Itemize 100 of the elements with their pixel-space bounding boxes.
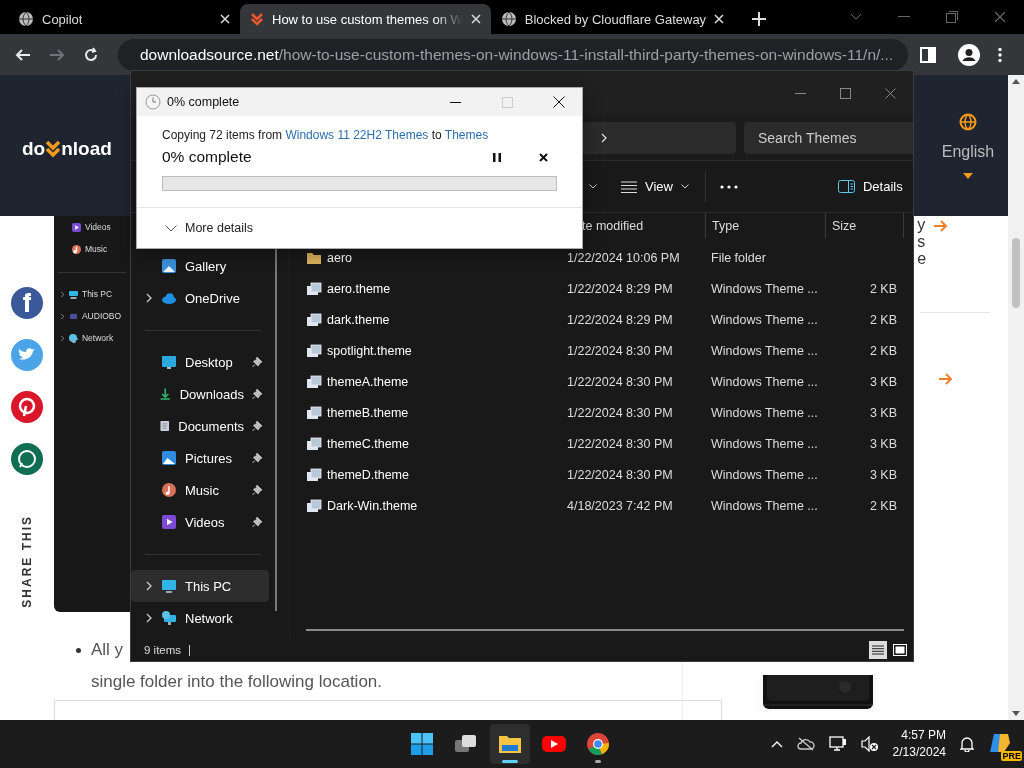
chevron-icon [59, 334, 65, 342]
bullet-icon [75, 647, 81, 653]
scroll-up-icon [1012, 79, 1020, 84]
scrollbar-thumb[interactable] [1012, 237, 1020, 308]
column-header[interactable]: Size [825, 213, 904, 238]
file-name[interactable]: themeB.theme [327, 405, 409, 420]
facebook-share-button[interactable] [10, 287, 43, 319]
menu-icon [998, 46, 1002, 63]
cloud-off-icon [796, 737, 815, 751]
details-pane-button[interactable]: Details [831, 175, 909, 198]
arrow-icon [934, 220, 949, 232]
file-name[interactable]: themeA.theme [327, 374, 409, 389]
file-name[interactable]: spotlight.theme [327, 343, 412, 358]
url-text: downloadsource.net/how-to-use-custom-themes-on-windows-11-install-third-party-themes-on-windows-11/n/... [140, 45, 894, 64]
table-cell-text: Windows Theme ... [710, 312, 819, 327]
language-selector[interactable]: English [941, 142, 995, 161]
source-folder-link[interactable]: Windows 11 22H2 Themes [285, 128, 429, 142]
horizontal-scrollbar[interactable] [306, 629, 904, 631]
copilot-icon [988, 731, 1012, 755]
plus-icon [752, 11, 767, 26]
restore-icon [946, 11, 958, 23]
video-icon [70, 221, 82, 233]
file-name[interactable]: dark.theme [327, 312, 390, 327]
chevron-icon [145, 581, 153, 591]
chrome-icon [586, 732, 610, 756]
chevron-icon [59, 290, 65, 298]
sidebar-item[interactable]: Documents [131, 410, 269, 442]
destination-folder-link[interactable]: Themes [444, 128, 489, 142]
document-icon [158, 418, 171, 434]
taskbar-clock[interactable]: 4:57 PM 2/13/2024 [892, 727, 946, 761]
chevron-icon [600, 132, 608, 143]
theme-file-icon [306, 373, 322, 390]
more-details-button[interactable]: More details [137, 208, 582, 248]
article-text: All y [90, 639, 124, 661]
twitter-share-button[interactable] [10, 339, 43, 371]
gallery-icon [161, 258, 177, 274]
list-icon [621, 180, 637, 193]
table-cell-text: 3 KB [868, 436, 898, 451]
nav-label: Videos [84, 222, 111, 232]
table-cell-text: Windows Theme ... [710, 467, 819, 482]
profile-icon [958, 43, 980, 66]
file-name[interactable]: Dark-Win.theme [327, 498, 418, 513]
column-header[interactable]: Type [705, 213, 825, 238]
preview-badge: PRE [1001, 751, 1022, 761]
pause-icon [493, 152, 501, 162]
monitor-icon [67, 288, 79, 300]
file-name[interactable]: themeD.theme [327, 467, 409, 482]
table-cell-text: Windows Theme ... [710, 343, 819, 358]
file-name[interactable]: themeC.theme [327, 436, 409, 451]
monitor-icon [161, 578, 177, 594]
globe-icon [500, 11, 517, 27]
close-icon [994, 11, 1006, 23]
search-field[interactable]: Search Themes [744, 121, 913, 154]
pin-icon [252, 388, 263, 400]
sidebar-item[interactable]: Downloads [131, 378, 269, 410]
side-panel-icon [920, 46, 936, 63]
nav-label: Music [84, 244, 108, 254]
address-bar[interactable]: downloadsource.net/how-to-use-custom-themes-on-windows-11-install-third-party-themes-on-windows-11/n/... [118, 38, 908, 71]
table-cell-text: Windows Theme ... [710, 374, 819, 389]
tiles-view-button[interactable] [891, 641, 909, 659]
scroll-down-icon [1012, 711, 1020, 716]
sidebar-item[interactable]: Videos [131, 506, 269, 538]
table-cell-text: 3 KB [868, 405, 898, 420]
pin-icon [252, 452, 263, 464]
site-logo[interactable]: do nload [22, 131, 112, 160]
theme-file-icon [306, 404, 322, 421]
sidebar-item[interactable]: This PC [131, 570, 269, 602]
close-icon [885, 87, 896, 99]
list-icon [872, 645, 884, 655]
ellipsis-icon [719, 184, 738, 189]
browser-tab[interactable]: Blocked by Cloudflare Gateway [490, 4, 735, 34]
sidebar-item[interactable]: Music [131, 474, 269, 506]
sidebar-item[interactable]: Pictures [131, 442, 269, 474]
whatsapp-share-button[interactable] [10, 443, 43, 475]
sidebar-item[interactable]: Desktop [131, 346, 269, 378]
browser-tab[interactable]: Copilot [8, 4, 240, 34]
reload-icon [83, 46, 99, 63]
copy-status-text: Copying 72 items from Windows 11 22H2 Themes to Themes [162, 128, 490, 142]
sidebar-item[interactable]: OneDrive [131, 282, 269, 314]
file-name[interactable]: aero.theme [327, 281, 391, 296]
music-icon [161, 482, 177, 498]
details-view-button[interactable] [869, 641, 887, 659]
running-indicator [502, 760, 518, 763]
nav-label: Network [81, 333, 114, 343]
close-icon [470, 14, 481, 24]
file-explorer-taskbar-button[interactable] [490, 724, 530, 764]
download-icon [159, 386, 172, 402]
theme-file-icon [306, 435, 322, 452]
sidebar-item[interactable]: Gallery [131, 250, 269, 282]
play-button-icon [541, 734, 567, 754]
file-name[interactable]: aero [327, 250, 353, 265]
view-button[interactable]: View [615, 175, 695, 198]
sidebar-item[interactable]: Network [131, 602, 269, 634]
cloud-icon [161, 290, 177, 306]
share-label: SHARE THIS [19, 515, 34, 608]
table-cell-text: 3 KB [868, 374, 898, 389]
details-pane-icon [837, 180, 855, 193]
browser-tab[interactable]: How to use custom themes on W [240, 4, 491, 34]
pinterest-share-button[interactable] [10, 391, 43, 423]
theme-file-icon [306, 497, 322, 514]
